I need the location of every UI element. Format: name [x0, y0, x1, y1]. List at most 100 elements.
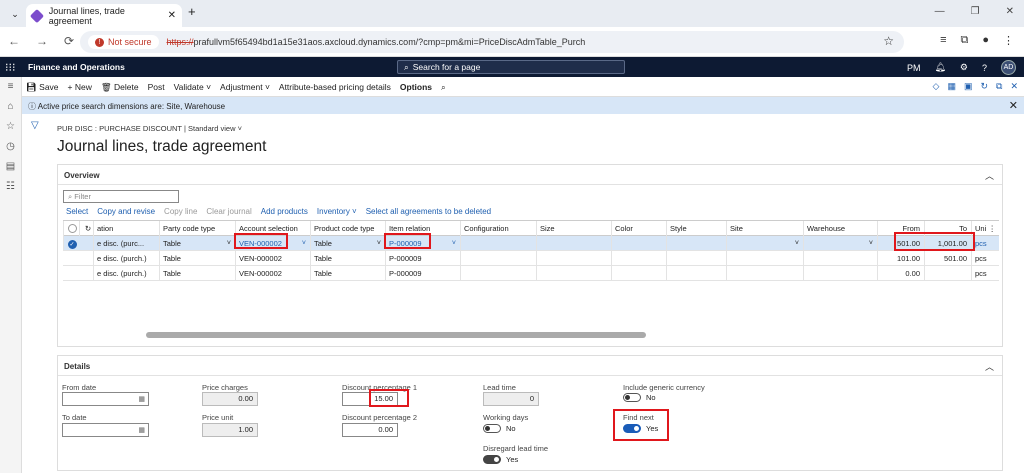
working-days-toggle[interactable]: No — [483, 424, 516, 433]
discount-pct2-field[interactable]: 0.00 — [342, 423, 398, 437]
cell-unit[interactable]: pcs — [971, 251, 999, 266]
help-icon[interactable]: ? — [982, 63, 987, 73]
col-configuration[interactable]: Configuration — [460, 221, 536, 236]
add-products-button[interactable]: Add products — [261, 207, 308, 216]
reading-list-icon[interactable]: ≡ — [940, 34, 946, 47]
refresh-grid-icon[interactable]: ↻ — [79, 221, 93, 236]
calendar-icon[interactable]: ▦ — [138, 425, 145, 437]
copy-and-revise-button[interactable]: Copy and revise — [97, 207, 155, 216]
cell-party-code-type[interactable]: Table — [159, 251, 235, 266]
cell-product-code-type[interactable]: Table ˅ — [310, 236, 385, 251]
attachments-icon[interactable]: ▣ — [964, 81, 973, 92]
cell-account-selection[interactable]: VEN-000002 — [235, 266, 310, 281]
close-tab-icon[interactable]: ✕ — [168, 10, 176, 21]
tab-list-chevron-icon[interactable]: ⌄ — [6, 5, 24, 23]
price-charges-field[interactable]: 0.00 — [202, 392, 258, 406]
cell-product-code-type[interactable]: Table — [310, 266, 385, 281]
cell-account-selection[interactable]: VEN-000002 — [235, 251, 310, 266]
cell-size[interactable] — [536, 251, 611, 266]
cell-from[interactable]: 0.00 — [877, 266, 924, 281]
cell-style[interactable] — [666, 251, 726, 266]
new-tab-icon[interactable]: + — [188, 4, 196, 19]
cell-relation[interactable]: e disc. (purch.) — [93, 266, 159, 281]
cell-item-relation[interactable]: P-000009 — [385, 266, 460, 281]
office-icon[interactable]: ▦ — [947, 81, 956, 92]
forward-icon[interactable]: → — [36, 34, 48, 48]
back-icon[interactable]: ← — [8, 34, 20, 48]
open-new-window-icon[interactable]: ⧉ — [996, 81, 1002, 92]
company-picker[interactable]: PM — [907, 63, 921, 73]
new-button[interactable]: + New — [68, 82, 92, 93]
select-all-delete-button[interactable]: Select all agreements to be deleted — [366, 207, 491, 216]
restore-icon[interactable]: ❐ — [971, 6, 980, 17]
url-field[interactable]: ! Not secure https:// prafullvm5f65494bd1… — [80, 31, 904, 53]
disregard-lead-time-toggle[interactable]: Yes — [483, 455, 518, 464]
close-window-icon[interactable]: ✕ — [1006, 6, 1014, 17]
cell-relation[interactable]: e disc. (purch.) — [93, 251, 159, 266]
cell-style[interactable] — [666, 236, 726, 251]
table-row[interactable]: e disc. (purch.) Table VEN-000002 Table … — [63, 251, 999, 266]
not-secure-badge[interactable]: ! Not secure — [88, 35, 159, 49]
settings-icon[interactable]: ⚙ — [960, 62, 968, 73]
validate-menu[interactable]: Validate ˅ — [174, 82, 211, 93]
reload-icon[interactable]: ⟳ — [64, 34, 74, 48]
cell-color[interactable] — [611, 236, 666, 251]
grid-filter-input[interactable]: ⌕ Filter — [63, 190, 179, 203]
power-apps-icon[interactable]: ◇ — [933, 81, 940, 92]
profile-icon[interactable]: ● — [982, 34, 989, 47]
cell-relation[interactable]: e disc. (purc... — [93, 236, 159, 251]
cell-party-code-type[interactable]: Table — [159, 266, 235, 281]
cell-configuration[interactable] — [460, 266, 536, 281]
col-relation[interactable]: ation — [93, 221, 159, 236]
from-date-field[interactable]: ▦ — [62, 392, 149, 406]
price-unit-field[interactable]: 1.00 — [202, 423, 258, 437]
include-generic-currency-toggle[interactable]: No — [623, 393, 656, 402]
horizontal-scrollbar[interactable] — [146, 332, 646, 338]
details-header[interactable]: Details ︿ — [58, 356, 1002, 376]
table-row[interactable]: e disc. (purch.) Table VEN-000002 Table … — [63, 266, 999, 281]
collapse-chevron-icon[interactable]: ︿ — [985, 360, 994, 373]
options-tab[interactable]: Options — [400, 82, 432, 93]
extensions-icon[interactable]: ⧉ — [960, 34, 968, 47]
cell-site[interactable]: ˅ — [726, 236, 803, 251]
cell-warehouse[interactable] — [803, 266, 877, 281]
to-date-field[interactable]: ▦ — [62, 423, 149, 437]
col-style[interactable]: Style — [666, 221, 726, 236]
copy-line-button[interactable]: Copy line — [164, 207, 197, 216]
save-button[interactable]: 💾︎ Save — [26, 82, 59, 93]
collapse-chevron-icon[interactable]: ︿ — [985, 169, 994, 182]
delete-button[interactable]: 🗑︎ Delete — [101, 82, 139, 93]
refresh-icon[interactable]: ↻ — [980, 81, 988, 92]
avatar[interactable]: AD — [1001, 60, 1016, 75]
inventory-menu[interactable]: Inventory ˅ — [317, 207, 357, 216]
lead-time-field[interactable]: 0 — [483, 392, 539, 406]
app-launcher-icon[interactable]: ⁝⁝⁝ — [5, 61, 16, 74]
app-brand[interactable]: Finance and Operations — [28, 62, 125, 72]
col-color[interactable]: Color — [611, 221, 666, 236]
cell-color[interactable] — [611, 251, 666, 266]
filter-pane-icon[interactable]: ▽ — [31, 120, 39, 131]
minimize-icon[interactable]: — — [935, 6, 945, 17]
modules-icon[interactable]: ☷ — [0, 177, 21, 197]
post-button[interactable]: Post — [148, 82, 165, 93]
attribute-pricing-button[interactable]: Attribute-based pricing details — [279, 82, 391, 93]
cell-party-code-type[interactable]: Table ˅ — [159, 236, 235, 251]
browser-menu-icon[interactable]: ⋮ — [1003, 34, 1014, 47]
overview-header[interactable]: Overview ︿ — [58, 165, 1002, 185]
action-search-icon[interactable]: ⌕ — [441, 82, 446, 93]
cell-configuration[interactable] — [460, 251, 536, 266]
col-party-code-type[interactable]: Party code type — [159, 221, 235, 236]
cell-unit[interactable]: pcs — [971, 236, 999, 251]
cell-color[interactable] — [611, 266, 666, 281]
adjustment-menu[interactable]: Adjustment ˅ — [220, 82, 270, 93]
cell-product-code-type[interactable]: Table — [310, 251, 385, 266]
dismiss-message-icon[interactable]: ✕ — [1009, 99, 1018, 112]
hamburger-icon[interactable]: ≡ — [0, 77, 21, 97]
recent-icon[interactable]: ◷ — [0, 137, 21, 157]
favorites-icon[interactable]: ☆ — [0, 117, 21, 137]
select-all-checkbox[interactable] — [63, 221, 77, 236]
cell-site[interactable] — [726, 266, 803, 281]
row-checkbox[interactable]: ✓ — [63, 236, 77, 251]
cell-size[interactable] — [536, 236, 611, 251]
cell-to[interactable] — [924, 266, 971, 281]
